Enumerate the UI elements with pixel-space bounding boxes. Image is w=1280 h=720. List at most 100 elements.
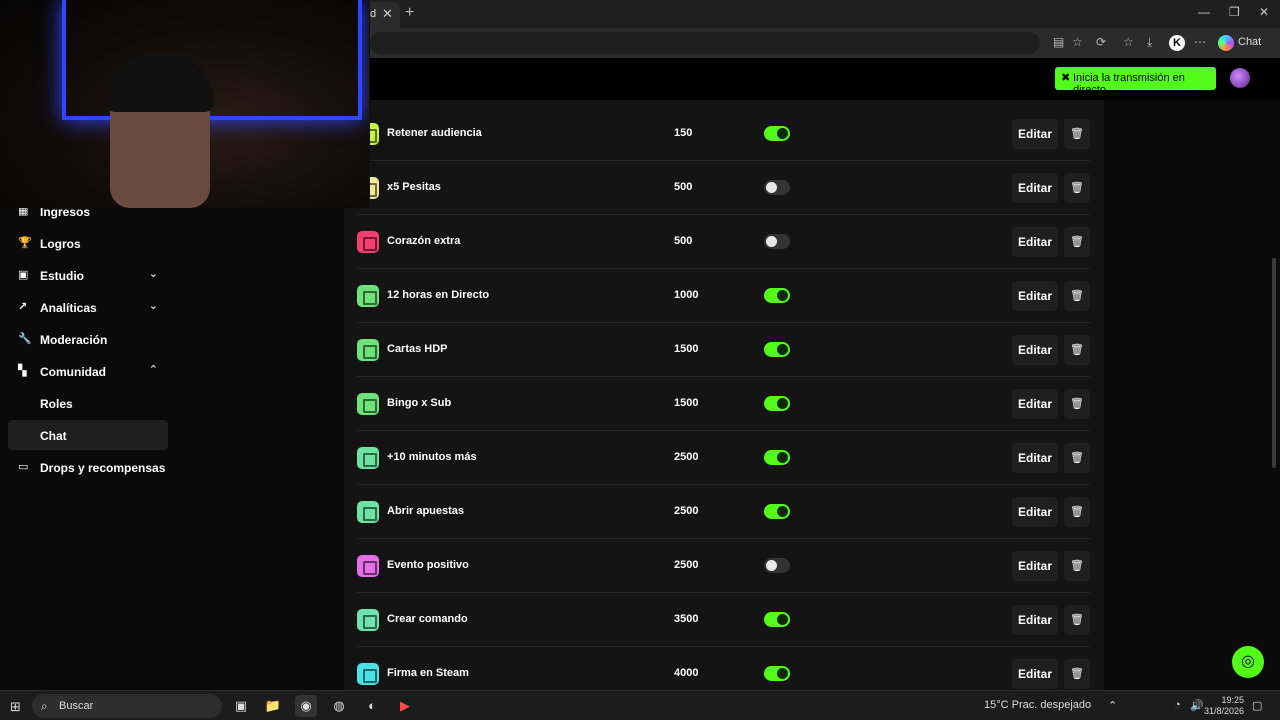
reading-view-icon[interactable]: ▤ bbox=[1053, 35, 1064, 49]
sidebar-item-analiticas[interactable]: ↗ Analíticas ⌄ bbox=[8, 292, 168, 322]
reward-name: +10 minutos más bbox=[387, 451, 477, 463]
delete-reward-button[interactable]: 🗑 bbox=[1064, 443, 1090, 473]
support-chat-button[interactable]: ◎ bbox=[1232, 646, 1264, 678]
discord-icon[interactable]: ◍ bbox=[328, 695, 350, 717]
toggle-knob bbox=[766, 560, 777, 571]
sidebar-item-comunidad[interactable]: ▚ Comunidad ⌃ bbox=[8, 356, 168, 386]
edit-reward-button[interactable]: Editar bbox=[1012, 551, 1058, 581]
delete-reward-button[interactable]: 🗑 bbox=[1064, 281, 1090, 311]
reward-name: Corazón extra bbox=[387, 235, 461, 247]
clock-time: 19:25 bbox=[1221, 695, 1245, 705]
edit-reward-button[interactable]: Editar bbox=[1012, 605, 1058, 635]
reward-enabled-toggle[interactable] bbox=[764, 504, 790, 519]
delete-reward-button[interactable]: 🗑 bbox=[1064, 551, 1090, 581]
edit-reward-button[interactable]: Editar bbox=[1012, 443, 1058, 473]
sidebar-item-label: Estudio bbox=[40, 269, 84, 283]
new-tab-icon[interactable]: + bbox=[405, 4, 414, 22]
edit-reward-button[interactable]: Editar bbox=[1012, 281, 1058, 311]
avatar[interactable] bbox=[1230, 68, 1250, 88]
tray-chevron-icon[interactable]: ⌃ bbox=[1108, 699, 1117, 712]
chevron-down-icon: ⌄ bbox=[148, 268, 158, 280]
delete-reward-button[interactable]: 🗑 bbox=[1064, 173, 1090, 203]
toggle-knob bbox=[777, 614, 788, 625]
file-explorer-icon[interactable]: 📁 bbox=[262, 695, 284, 717]
reward-cost: 3500 bbox=[674, 613, 699, 625]
edge-icon[interactable]: ◉ bbox=[295, 695, 317, 717]
taskbar-clock[interactable]: 19:25 31/8/2026 bbox=[1204, 695, 1244, 717]
delete-reward-button[interactable]: 🗑 bbox=[1064, 605, 1090, 635]
reward-cost: 1500 bbox=[674, 343, 699, 355]
edit-reward-button[interactable]: Editar bbox=[1012, 659, 1058, 689]
trash-icon: 🗑 bbox=[1070, 236, 1084, 248]
sidebar-item-estudio[interactable]: ▣ Estudio ⌄ bbox=[8, 260, 168, 290]
sidebar-item-drops[interactable]: ▭ Drops y recompensas bbox=[8, 452, 188, 482]
notifications-icon[interactable]: ▢ bbox=[1252, 699, 1262, 712]
delete-reward-button[interactable]: 🗑 bbox=[1064, 227, 1090, 257]
task-view-icon[interactable]: ▣ bbox=[230, 695, 252, 717]
right-gutter bbox=[1104, 100, 1280, 690]
reward-enabled-toggle[interactable] bbox=[764, 180, 790, 195]
more-menu-icon[interactable]: ⋯ bbox=[1194, 35, 1206, 49]
edit-reward-button[interactable]: Editar bbox=[1012, 389, 1058, 419]
reward-enabled-toggle[interactable] bbox=[764, 450, 790, 465]
extension-profile-icon[interactable]: K bbox=[1169, 35, 1185, 51]
reward-cost: 2500 bbox=[674, 559, 699, 571]
reward-enabled-toggle[interactable] bbox=[764, 288, 790, 303]
reward-enabled-toggle[interactable] bbox=[764, 234, 790, 249]
sidebar-item-chat[interactable]: Chat bbox=[8, 420, 168, 450]
delete-reward-button[interactable]: 🗑 bbox=[1064, 389, 1090, 419]
edit-reward-button[interactable]: Editar bbox=[1012, 335, 1058, 365]
address-bar[interactable] bbox=[370, 32, 1040, 54]
reward-enabled-toggle[interactable] bbox=[764, 396, 790, 411]
delete-reward-button[interactable]: 🗑 bbox=[1064, 119, 1090, 149]
reward-enabled-toggle[interactable] bbox=[764, 612, 790, 627]
delete-reward-button[interactable]: 🗑 bbox=[1064, 659, 1090, 689]
copilot-icon[interactable] bbox=[1218, 35, 1234, 51]
weather-widget[interactable]: 15°C Prac. despejado bbox=[984, 699, 1091, 711]
favorite-star-icon[interactable]: ☆ bbox=[1072, 35, 1083, 49]
download-icon[interactable]: ⤓ bbox=[1147, 35, 1152, 50]
reward-enabled-toggle[interactable] bbox=[764, 342, 790, 357]
sidebar-item-moderacion[interactable]: 🔧 Moderación bbox=[8, 324, 168, 354]
reward-gift-icon bbox=[357, 393, 379, 415]
edit-reward-button[interactable]: Editar bbox=[1012, 119, 1058, 149]
sidebar-item-roles[interactable]: Roles bbox=[8, 388, 168, 418]
tab-title: d bbox=[370, 8, 377, 20]
trash-icon: 🗑 bbox=[1070, 614, 1084, 626]
media-player-icon[interactable]: ▶ bbox=[394, 695, 416, 717]
reward-cost: 4000 bbox=[674, 667, 699, 679]
favorites-icon[interactable]: ☆ bbox=[1123, 35, 1134, 49]
tab-close-icon[interactable]: ✕ bbox=[382, 6, 393, 22]
page-scrollbar[interactable] bbox=[1272, 258, 1276, 468]
reward-row: x5 Pesitas 500 Editar 🗑 bbox=[344, 161, 1104, 215]
window-close-icon[interactable]: ✕ bbox=[1259, 5, 1269, 19]
chevron-down-icon: ⌄ bbox=[148, 300, 158, 312]
taskbar-search[interactable]: ⌕ Buscar bbox=[32, 694, 222, 718]
reward-enabled-toggle[interactable] bbox=[764, 666, 790, 681]
sidebar-item-label: Roles bbox=[40, 397, 73, 411]
sidebar-item-label: Logros bbox=[40, 237, 81, 251]
reward-gift-icon bbox=[357, 555, 379, 577]
minimize-icon[interactable]: — bbox=[1198, 5, 1210, 19]
reward-enabled-toggle[interactable] bbox=[764, 126, 790, 141]
windows-start-icon[interactable]: ⊞ bbox=[10, 699, 21, 715]
extension-icon[interactable]: ⟳ bbox=[1096, 35, 1106, 49]
volume-icon[interactable]: 🔊 bbox=[1190, 699, 1204, 712]
delete-reward-button[interactable]: 🗑 bbox=[1064, 497, 1090, 527]
sidebar-item-label: Analíticas bbox=[40, 301, 97, 315]
reward-gift-icon bbox=[357, 663, 379, 685]
edit-reward-button[interactable]: Editar bbox=[1012, 173, 1058, 203]
sidebar-item-logros[interactable]: 🏆 Logros bbox=[8, 228, 168, 258]
delete-reward-button[interactable]: 🗑 bbox=[1064, 335, 1090, 365]
restore-icon[interactable]: ❐ bbox=[1229, 5, 1240, 19]
reward-enabled-toggle[interactable] bbox=[764, 558, 790, 573]
toggle-knob bbox=[777, 128, 788, 139]
reward-gift-icon bbox=[357, 339, 379, 361]
wifi-icon[interactable]: ◔ bbox=[1174, 699, 1181, 711]
edit-reward-button[interactable]: Editar bbox=[1012, 227, 1058, 257]
copilot-chat-button[interactable]: Chat bbox=[1238, 36, 1261, 48]
start-stream-button[interactable]: ✖ Inicia la transmisión en directo bbox=[1055, 67, 1216, 96]
sidebar-item-label: Moderación bbox=[40, 333, 108, 347]
edit-reward-button[interactable]: Editar bbox=[1012, 497, 1058, 527]
obs-icon[interactable]: ◐ bbox=[361, 695, 383, 717]
